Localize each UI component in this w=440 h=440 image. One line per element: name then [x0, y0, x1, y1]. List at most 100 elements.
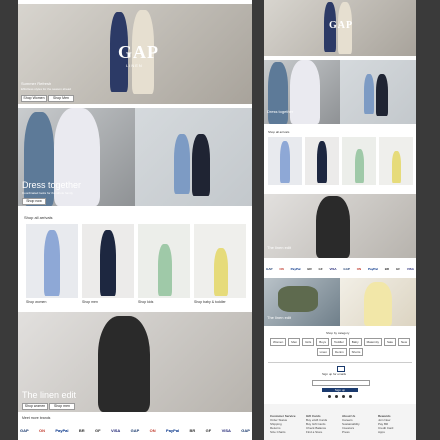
- promo-tile-right[interactable]: [340, 278, 416, 326]
- dress-together-banner[interactable]: Dress together Coordinated looks for the…: [18, 108, 252, 206]
- brand-logo[interactable]: GAP: [20, 428, 29, 433]
- right-product-card[interactable]: [379, 137, 413, 185]
- footer-link[interactable]: Find a Store: [306, 430, 327, 434]
- right-product-card[interactable]: [342, 137, 376, 185]
- product-model: [44, 230, 60, 296]
- hero-banner[interactable]: GAP LINEN Summer Refresh Effortless styl…: [18, 4, 252, 104]
- together-title: Dress together: [22, 180, 82, 190]
- together-boy: [192, 134, 210, 196]
- category-chip[interactable]: Boys: [316, 338, 329, 346]
- brand-logo[interactable]: GF: [396, 267, 400, 271]
- brand-logo[interactable]: VISA: [111, 428, 120, 433]
- brand-logo-row: GAP ON PayPal BR GF VISA GAP ON PayPal B…: [20, 426, 250, 434]
- category-chip[interactable]: Linen: [316, 348, 330, 356]
- category-chip[interactable]: Shorts: [348, 348, 364, 356]
- product-model: [280, 141, 290, 183]
- product-caption[interactable]: Shop kids: [138, 300, 153, 304]
- email-field[interactable]: [312, 380, 370, 386]
- brand-logo[interactable]: PayPal: [55, 428, 68, 433]
- product-caption[interactable]: Shop baby & toddler: [194, 300, 226, 304]
- footer-link[interactable]: Apps: [378, 430, 393, 434]
- brand-logo[interactable]: GF: [95, 428, 101, 433]
- brand-logo[interactable]: BR: [190, 428, 196, 433]
- brand-logo[interactable]: BR: [307, 267, 311, 271]
- youtube-icon[interactable]: [349, 395, 352, 398]
- brand-logo[interactable]: BR: [385, 267, 389, 271]
- linen-shop-men-button[interactable]: Shop men: [49, 403, 75, 410]
- brand-logo[interactable]: VISA: [330, 267, 337, 271]
- right-together-woman: [290, 60, 320, 124]
- product-model: [214, 248, 228, 296]
- brand-logo[interactable]: VISA: [407, 267, 414, 271]
- linen-shop-women-button[interactable]: Shop women: [22, 403, 48, 410]
- divider: [268, 362, 412, 363]
- right-hero-banner[interactable]: GAP: [264, 0, 416, 56]
- brand-logo[interactable]: PayPal: [166, 428, 179, 433]
- linen-title: The linen edit: [22, 390, 77, 400]
- hero-desc: Effortless styles for the season ahead: [21, 87, 71, 91]
- product-model: [100, 230, 116, 296]
- brand-logo[interactable]: PayPal: [368, 267, 378, 271]
- footer-link[interactable]: Size Charts: [270, 430, 296, 434]
- brand-logo[interactable]: GF: [206, 428, 212, 433]
- category-chip[interactable]: New: [398, 338, 411, 346]
- product-model: [317, 141, 327, 183]
- right-linen-model: [316, 196, 350, 258]
- product-card[interactable]: [26, 224, 78, 298]
- right-linen-banner[interactable]: The linen edit: [264, 194, 416, 258]
- twitter-icon[interactable]: [342, 395, 345, 398]
- promo-tile-left[interactable]: The linen edit: [264, 278, 340, 326]
- brand-logo[interactable]: ON: [39, 428, 45, 433]
- product-card[interactable]: [138, 224, 190, 298]
- category-chip[interactable]: Denim: [332, 348, 347, 356]
- newsletter-signup-button[interactable]: Sign up: [322, 388, 358, 392]
- brand-logo[interactable]: GAP: [343, 267, 350, 271]
- right-linen-title: The linen edit: [267, 245, 292, 250]
- linen-edit-banner[interactable]: The linen edit Shop women Shop men: [18, 312, 252, 412]
- linen-model: [98, 316, 150, 412]
- together-desc: Coordinated looks for the whole family: [22, 191, 73, 195]
- category-chip[interactable]: Women: [269, 338, 287, 346]
- right-brand-logo-row: GAP ON PayPal BR GF VISA GAP ON PayPal B…: [266, 266, 414, 272]
- brands-title: Meet more brands: [22, 416, 51, 420]
- instagram-icon[interactable]: [335, 395, 338, 398]
- footer-column: Customer Service Order Status Shipping R…: [270, 414, 296, 434]
- left-page: GAP LINEN Summer Refresh Effortless styl…: [18, 0, 252, 440]
- category-chip[interactable]: Toddler: [330, 338, 347, 346]
- right-gap-logo[interactable]: GAP: [329, 20, 353, 31]
- facebook-icon[interactable]: [328, 395, 331, 398]
- brand-logo[interactable]: ON: [279, 267, 284, 271]
- brand-logo[interactable]: GF: [319, 267, 323, 271]
- right-product-card[interactable]: [268, 137, 302, 185]
- hero-sub: LINEN: [126, 63, 143, 68]
- promo-model: [364, 282, 392, 326]
- right-product-card[interactable]: [305, 137, 339, 185]
- category-chip[interactable]: Girls: [302, 338, 315, 346]
- gap-logo[interactable]: GAP: [118, 42, 159, 63]
- promo-objects: [278, 286, 318, 312]
- product-caption[interactable]: Shop women: [26, 300, 46, 304]
- category-chip[interactable]: Baby: [348, 338, 362, 346]
- brand-logo[interactable]: VISA: [222, 428, 231, 433]
- hero-shop-men-button[interactable]: Shop Men: [48, 95, 74, 102]
- brand-logo[interactable]: GAP: [266, 267, 273, 271]
- category-chip[interactable]: Maternity: [363, 338, 382, 346]
- product-card[interactable]: [194, 224, 246, 298]
- product-model: [158, 244, 172, 296]
- brand-logo[interactable]: GAP: [241, 428, 250, 433]
- brand-logo[interactable]: PayPal: [291, 267, 301, 271]
- brand-logo[interactable]: GAP: [131, 428, 140, 433]
- right-together-banner[interactable]: Dress together: [264, 60, 416, 124]
- brand-logo[interactable]: ON: [150, 428, 156, 433]
- category-chip[interactable]: Men: [288, 338, 301, 346]
- footer-link[interactable]: Press: [342, 430, 360, 434]
- hero-shop-women-button[interactable]: Shop Women: [21, 95, 47, 102]
- right-together-title: Dress together: [267, 109, 294, 114]
- product-card[interactable]: [82, 224, 134, 298]
- category-chip[interactable]: Sale: [383, 338, 396, 346]
- brand-logo[interactable]: BR: [79, 428, 85, 433]
- brand-logo[interactable]: ON: [357, 267, 362, 271]
- product-caption[interactable]: Shop men: [82, 300, 98, 304]
- right-shop-title: Shop all arrivals: [268, 130, 290, 134]
- together-shop-button[interactable]: Shop now: [22, 198, 46, 205]
